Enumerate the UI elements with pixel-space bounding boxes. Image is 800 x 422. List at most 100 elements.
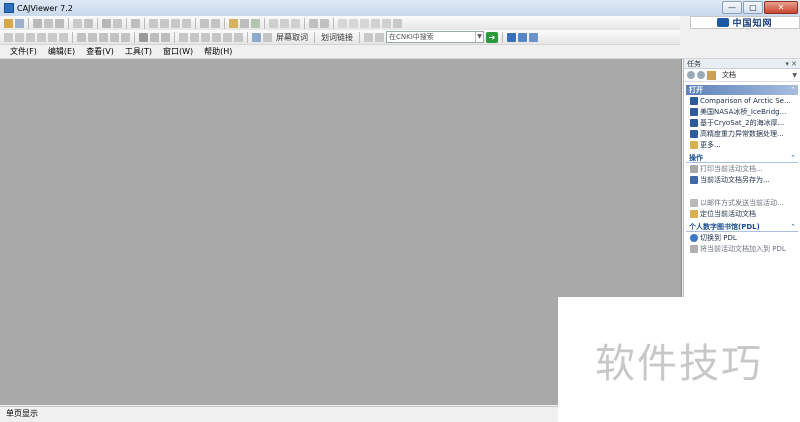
recent-file-item[interactable]: 基于CryoSat_2的海冰厚... bbox=[684, 117, 800, 128]
blank-page-icon[interactable] bbox=[338, 18, 347, 28]
email-document-item[interactable]: 以邮件方式发送当前活动... bbox=[684, 197, 800, 208]
copy-page-icon[interactable] bbox=[349, 18, 358, 28]
text-recognize-icon[interactable] bbox=[263, 32, 272, 42]
open-file-icon[interactable] bbox=[4, 18, 13, 28]
last-page-icon[interactable] bbox=[182, 18, 191, 28]
paste-page-icon[interactable] bbox=[360, 18, 369, 28]
link-icon[interactable] bbox=[150, 32, 159, 42]
select-image-icon[interactable] bbox=[26, 32, 35, 42]
menu-help[interactable]: 帮助(H) bbox=[204, 46, 232, 57]
settings-icon[interactable] bbox=[393, 18, 402, 28]
next-page-icon[interactable] bbox=[171, 18, 180, 28]
note-icon[interactable] bbox=[121, 32, 130, 42]
task-pane-controls[interactable]: ▾ ✕ bbox=[785, 60, 797, 68]
copy-icon[interactable] bbox=[84, 18, 93, 28]
home-icon[interactable] bbox=[707, 70, 716, 80]
switch-pdl-item[interactable]: 切换到 PDL bbox=[684, 232, 800, 243]
select-icon[interactable] bbox=[131, 18, 140, 28]
add-to-pdl-item[interactable]: 将当前活动文档加入到 PDL bbox=[684, 243, 800, 254]
document-icon bbox=[690, 107, 698, 116]
rect-icon[interactable] bbox=[190, 32, 199, 42]
zoom-tool-icon[interactable] bbox=[37, 32, 46, 42]
cut-icon[interactable] bbox=[73, 18, 82, 28]
magnifier-icon[interactable] bbox=[48, 32, 57, 42]
undo-icon[interactable] bbox=[102, 18, 111, 28]
cnki-logo[interactable]: 中国知网 bbox=[690, 16, 800, 29]
cnki-search-input[interactable]: 在CNKI中搜索 ▼ bbox=[386, 31, 484, 43]
line-icon[interactable] bbox=[179, 32, 188, 42]
down-arrow-icon[interactable] bbox=[223, 32, 232, 42]
collapse-icon[interactable]: ⌃ bbox=[790, 85, 798, 95]
hand-tool-icon[interactable] bbox=[4, 32, 13, 42]
screen-capture-icon[interactable] bbox=[252, 32, 261, 42]
chevron-down-icon[interactable]: ▼ bbox=[475, 32, 483, 42]
document-selector[interactable]: 文档 bbox=[722, 70, 736, 80]
underline-icon[interactable] bbox=[99, 32, 108, 42]
print-preview-icon[interactable] bbox=[44, 18, 53, 28]
prev-page-icon[interactable] bbox=[160, 18, 169, 28]
pen-icon[interactable] bbox=[77, 32, 86, 42]
back-icon[interactable] bbox=[200, 18, 209, 28]
page-view-icon[interactable] bbox=[269, 18, 278, 28]
redo-icon[interactable] bbox=[113, 18, 122, 28]
menu-edit[interactable]: 编辑(E) bbox=[48, 46, 75, 57]
menu-view[interactable]: 查看(V) bbox=[86, 46, 114, 57]
find-next-icon[interactable] bbox=[240, 18, 249, 28]
print-icon[interactable] bbox=[33, 18, 42, 28]
print-document-label: 打印当前活动文档... bbox=[700, 164, 763, 173]
collapse-icon[interactable]: ⌃ bbox=[790, 153, 798, 162]
continuous-view-icon[interactable] bbox=[280, 18, 289, 28]
locate-document-item[interactable]: 定位当前活动文档 bbox=[684, 208, 800, 219]
zoom-out-icon[interactable] bbox=[382, 18, 391, 28]
save-icon[interactable] bbox=[15, 18, 24, 28]
word-link-button[interactable]: 划词链接 bbox=[319, 32, 355, 43]
bookmark-icon[interactable] bbox=[139, 32, 148, 42]
rotate-icon[interactable] bbox=[309, 18, 318, 28]
select-text-icon[interactable] bbox=[15, 32, 24, 42]
replace-icon[interactable] bbox=[251, 18, 260, 28]
menu-window[interactable]: 窗口(W) bbox=[163, 46, 193, 57]
chevron-down-icon[interactable]: ▼ bbox=[792, 72, 797, 79]
print-document-item[interactable]: 打印当前活动文档... bbox=[684, 163, 800, 174]
highlight-icon[interactable] bbox=[88, 32, 97, 42]
page-menu-icon[interactable] bbox=[375, 32, 384, 42]
forward-icon[interactable] bbox=[211, 18, 220, 28]
mail-icon[interactable] bbox=[55, 18, 64, 28]
open-section-header[interactable]: 打开 ⌃ bbox=[686, 85, 798, 95]
recent-file-item[interactable]: Comparison of Arctic Se... bbox=[684, 95, 800, 106]
zoom-in-icon[interactable] bbox=[371, 18, 380, 28]
page-arrow-icon[interactable] bbox=[364, 32, 373, 42]
maximize-button[interactable]: □ bbox=[743, 1, 763, 14]
recent-file-item[interactable]: 美国NASA冰桥_IceBridg... bbox=[684, 106, 800, 117]
arrow-icon[interactable] bbox=[212, 32, 221, 42]
collapse-icon[interactable]: ⌃ bbox=[790, 222, 798, 231]
rotate-view-icon[interactable] bbox=[59, 32, 68, 42]
back-icon[interactable] bbox=[687, 71, 695, 79]
forward-icon[interactable] bbox=[697, 71, 705, 79]
document-icon bbox=[690, 118, 698, 127]
menu-tools[interactable]: 工具(T) bbox=[125, 46, 152, 57]
minimize-button[interactable]: — bbox=[722, 1, 742, 14]
ellipse-icon[interactable] bbox=[201, 32, 210, 42]
recent-file-item[interactable]: 高精度重力异常数据处理... bbox=[684, 128, 800, 139]
save-as-item[interactable]: 当前活动文档另存为... bbox=[684, 174, 800, 185]
web-icon[interactable] bbox=[518, 32, 527, 42]
strikeout-icon[interactable] bbox=[110, 32, 119, 42]
find-icon[interactable] bbox=[229, 18, 238, 28]
knowledge-icon[interactable] bbox=[161, 32, 170, 42]
more-files-link[interactable]: 更多... bbox=[684, 139, 800, 150]
help-icon[interactable] bbox=[507, 32, 516, 42]
snapshot-icon[interactable] bbox=[320, 18, 329, 28]
print-icon bbox=[690, 164, 698, 173]
menu-file[interactable]: 文件(F) bbox=[10, 46, 37, 57]
update-icon[interactable] bbox=[529, 32, 538, 42]
pdl-section-header[interactable]: 个人数字图书馆(PDL) ⌃ bbox=[686, 222, 798, 232]
facing-view-icon[interactable] bbox=[291, 18, 300, 28]
stamp-icon[interactable] bbox=[234, 32, 243, 42]
close-button[interactable]: ✕ bbox=[764, 1, 798, 14]
search-go-button[interactable]: ➜ bbox=[486, 31, 498, 43]
save-as-label: 当前活动文档另存为... bbox=[700, 175, 770, 184]
operations-section-header[interactable]: 操作 ⌃ bbox=[686, 153, 798, 163]
first-page-icon[interactable] bbox=[149, 18, 158, 28]
screen-word-capture-button[interactable]: 屏幕取词 bbox=[274, 32, 310, 43]
